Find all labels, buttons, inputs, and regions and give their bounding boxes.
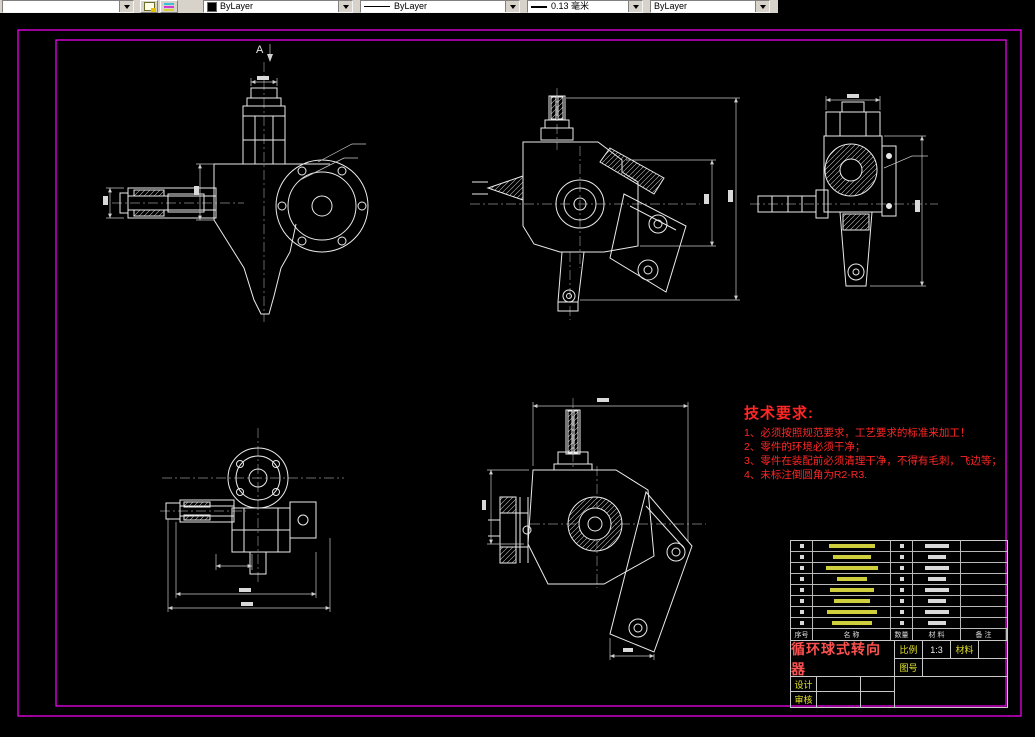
section-label: A xyxy=(256,44,264,56)
color-combobox[interactable]: ByLayer xyxy=(203,0,353,13)
color-value: ByLayer xyxy=(220,1,254,11)
view-left-section[interactable] xyxy=(470,88,740,320)
parts-list-row xyxy=(791,563,1007,574)
header-remark: 备 注 xyxy=(961,629,1007,640)
chevron-down-icon[interactable] xyxy=(628,1,642,12)
drawing-no-label: 图号 xyxy=(895,659,923,677)
material-label: 材料 xyxy=(951,641,979,659)
chevron-down-icon[interactable] xyxy=(755,1,769,12)
view-sectional[interactable] xyxy=(482,398,706,660)
designer-label: 设计 xyxy=(791,677,817,692)
reviewer-value xyxy=(817,692,861,707)
reviewer-label: 审核 xyxy=(791,692,817,707)
tech-requirement-item: 3、零件在装配前必须清理干净，不得有毛刺，飞边等； xyxy=(744,455,1002,467)
make-layer-current-button[interactable] xyxy=(140,0,158,13)
parts-list-row xyxy=(791,552,1007,563)
tech-requirements-title: 技术要求: xyxy=(744,405,814,422)
parts-list-row xyxy=(791,618,1007,629)
parts-list-row xyxy=(791,541,1007,552)
linetype-combobox[interactable]: ByLayer xyxy=(360,0,520,13)
tech-requirement-item: 4、未标注倒圆角为R2-R3. xyxy=(744,469,868,481)
header-index: 序号 xyxy=(791,629,813,640)
designer-date xyxy=(861,677,895,692)
lineweight-combobox[interactable]: 0.13 毫米 xyxy=(527,0,643,13)
header-material: 材 料 xyxy=(913,629,961,640)
chevron-down-icon[interactable] xyxy=(119,1,133,12)
linetype-sample-icon xyxy=(364,6,390,7)
chevron-down-icon[interactable] xyxy=(338,1,352,12)
chevron-down-icon[interactable] xyxy=(505,1,519,12)
tech-requirement-item: 1、必须按照规范要求，工艺要求的标准来加工！ xyxy=(744,427,971,439)
title-block: 序号 名 称 数量 材 料 备 注 循环球式转向器 比例 1:3 材料 图号 设… xyxy=(790,540,1008,708)
designer-value xyxy=(817,677,861,692)
reviewer-date xyxy=(861,692,895,707)
view-side[interactable] xyxy=(750,94,938,287)
parts-list xyxy=(791,541,1007,629)
drawing-no-value xyxy=(923,659,1007,677)
drawing-title: 循环球式转向器 xyxy=(791,641,895,677)
view-front[interactable]: A xyxy=(103,44,369,322)
header-qty: 数量 xyxy=(891,629,913,640)
layers-icon xyxy=(164,2,174,11)
linetype-value: ByLayer xyxy=(394,1,428,11)
plot-style-value: ByLayer xyxy=(654,1,688,11)
parts-list-header: 序号 名 称 数量 材 料 备 注 xyxy=(791,629,1007,641)
scale-label: 比例 xyxy=(895,641,923,659)
lineweight-sample-icon xyxy=(531,5,547,8)
company-cell xyxy=(895,677,1007,707)
scale-value: 1:3 xyxy=(923,641,951,659)
header-name: 名 称 xyxy=(813,629,891,640)
parts-list-row xyxy=(791,585,1007,596)
plot-style-combobox[interactable]: ByLayer xyxy=(650,0,770,13)
layer-combobox[interactable] xyxy=(2,0,134,13)
make-object-layer-current-icon xyxy=(143,2,156,12)
material-value xyxy=(979,641,1007,659)
layer-properties-button[interactable] xyxy=(160,0,178,13)
object-properties-toolbar: ByLayer ByLayer 0.13 毫米 ByLayer xyxy=(0,0,778,13)
tech-requirement-item: 2、零件的环境必须干净； xyxy=(744,441,866,453)
parts-list-row xyxy=(791,607,1007,618)
cad-window: A ByLayer ByLayer 0.13 毫米 ByLayer 技术要求: … xyxy=(0,0,1035,737)
view-top[interactable] xyxy=(160,428,344,612)
color-swatch-icon xyxy=(207,1,217,12)
parts-list-row xyxy=(791,596,1007,607)
parts-list-row xyxy=(791,574,1007,585)
technical-requirements: 技术要求: 1、必须按照规范要求，工艺要求的标准来加工！ 2、零件的环境必须干净… xyxy=(744,402,1018,482)
